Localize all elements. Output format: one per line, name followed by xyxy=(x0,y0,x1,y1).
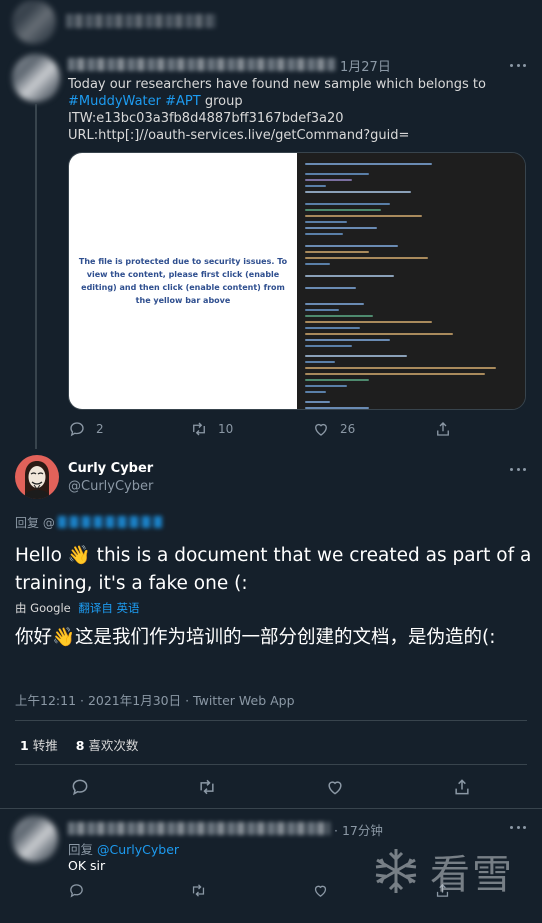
avatar[interactable] xyxy=(15,455,59,499)
author-name-redacted[interactable] xyxy=(68,822,330,835)
reply-count: 2 xyxy=(96,422,104,436)
like-stat-label: 喜欢次数 xyxy=(88,738,139,753)
tweet-meta[interactable]: 上午12:11 · 2021年1月30日 · Twitter Web App xyxy=(15,690,295,709)
like-stat-count: 8 xyxy=(75,738,85,753)
document-preview: The file is protected due to security is… xyxy=(69,153,297,409)
share-action[interactable] xyxy=(452,777,472,797)
retweet-icon xyxy=(193,422,205,436)
engagement-stats: 1 转推 8 喜欢次数 xyxy=(20,735,138,754)
like-icon xyxy=(314,885,327,897)
hashtag-link[interactable]: #APT xyxy=(165,94,201,109)
like-action[interactable] xyxy=(312,882,329,899)
reply-to-label: 回复 @CurlyCyber xyxy=(68,839,179,858)
code-editor-preview xyxy=(297,153,525,409)
more-icon[interactable] xyxy=(510,64,526,68)
reply-action[interactable]: 2 xyxy=(68,420,104,438)
like-count: 26 xyxy=(340,422,356,436)
translated-by: 由 Google xyxy=(15,601,71,615)
retweet-icon xyxy=(192,884,205,897)
more-icon[interactable] xyxy=(510,826,526,830)
share-action[interactable] xyxy=(434,420,452,438)
retweet-icon xyxy=(200,779,214,795)
user-handle[interactable]: @CurlyCyber xyxy=(68,479,153,494)
like-stat[interactable]: 8 喜欢次数 xyxy=(76,738,139,753)
tweet-image[interactable]: The file is protected due to security is… xyxy=(68,152,526,410)
avatar-redacted[interactable] xyxy=(12,54,60,102)
retweet-count: 10 xyxy=(218,422,234,436)
hashtag-link[interactable]: #MuddyWater xyxy=(68,94,161,109)
tweet-body: Today our researchers have found new sam… xyxy=(68,76,528,144)
author-name-redacted[interactable] xyxy=(68,58,336,71)
avatar-redacted[interactable] xyxy=(12,0,56,44)
translate-source-link[interactable]: 翻译自 英语 xyxy=(78,601,139,615)
author-name-redacted[interactable] xyxy=(66,14,216,28)
avatar-redacted[interactable] xyxy=(12,816,58,862)
document-protected-message: The file is protected due to security is… xyxy=(78,257,288,305)
divider xyxy=(15,764,527,765)
divider xyxy=(0,808,542,809)
translation-attribution: 由 Google 翻译自 英语 xyxy=(15,600,140,616)
reply-handle-redacted[interactable] xyxy=(58,516,162,528)
tweet-time[interactable]: · 17分钟 xyxy=(334,820,383,839)
reply-icon xyxy=(70,884,83,898)
retweet-stat[interactable]: 1 转推 xyxy=(20,738,58,753)
snowflake-icon xyxy=(375,849,417,893)
tweet-text-line2: #MuddyWater #APT group xyxy=(68,93,528,110)
reply-icon xyxy=(70,422,84,437)
divider xyxy=(15,720,527,721)
share-icon xyxy=(437,422,449,436)
tweet-text: Hello 👋 this is a document that we creat… xyxy=(15,545,532,594)
reply-action[interactable] xyxy=(68,882,85,899)
like-icon xyxy=(315,423,327,436)
share-icon xyxy=(455,779,469,795)
watermark-text: 看雪 xyxy=(430,852,514,898)
translated-text: 你好👋这是我们作为培训的一部分创建的文档，是伪造的(: xyxy=(15,627,496,648)
like-action[interactable] xyxy=(325,777,345,797)
reply-prefix: 回复 xyxy=(68,842,94,857)
retweet-stat-count: 1 xyxy=(20,738,29,753)
reply-to-label: 回复 @ xyxy=(15,514,55,531)
tweet-text-itw: ITW:e13bc03a3fb8d4887bff3167bdef3a20 xyxy=(68,111,344,126)
display-name[interactable]: Curly Cyber xyxy=(68,461,153,476)
retweet-action[interactable] xyxy=(190,882,207,899)
reply-handle-link[interactable]: @CurlyCyber xyxy=(97,842,179,857)
reply-action[interactable] xyxy=(70,777,90,797)
tweet-text: OK sir xyxy=(68,858,106,873)
reply-prefix: 回复 @ xyxy=(15,516,55,530)
reply-icon xyxy=(72,779,88,796)
more-icon[interactable] xyxy=(510,468,526,472)
thread-line xyxy=(35,104,37,449)
tweet-time[interactable]: 1月27日 xyxy=(340,56,391,75)
guy-fawkes-mask-icon xyxy=(23,461,51,499)
retweet-stat-label: 转推 xyxy=(32,738,58,753)
retweet-action[interactable]: 10 xyxy=(190,420,233,438)
like-action[interactable]: 26 xyxy=(312,420,355,438)
watermark: 看雪 xyxy=(370,842,514,900)
retweet-action[interactable] xyxy=(197,777,217,797)
tweet-text-group: group xyxy=(200,94,243,109)
like-icon xyxy=(328,781,342,795)
tweet-text-line1: Today our researchers have found new sam… xyxy=(68,77,486,92)
tweet-text-url: URL:http[:]//oauth-services.live/getComm… xyxy=(68,128,410,143)
